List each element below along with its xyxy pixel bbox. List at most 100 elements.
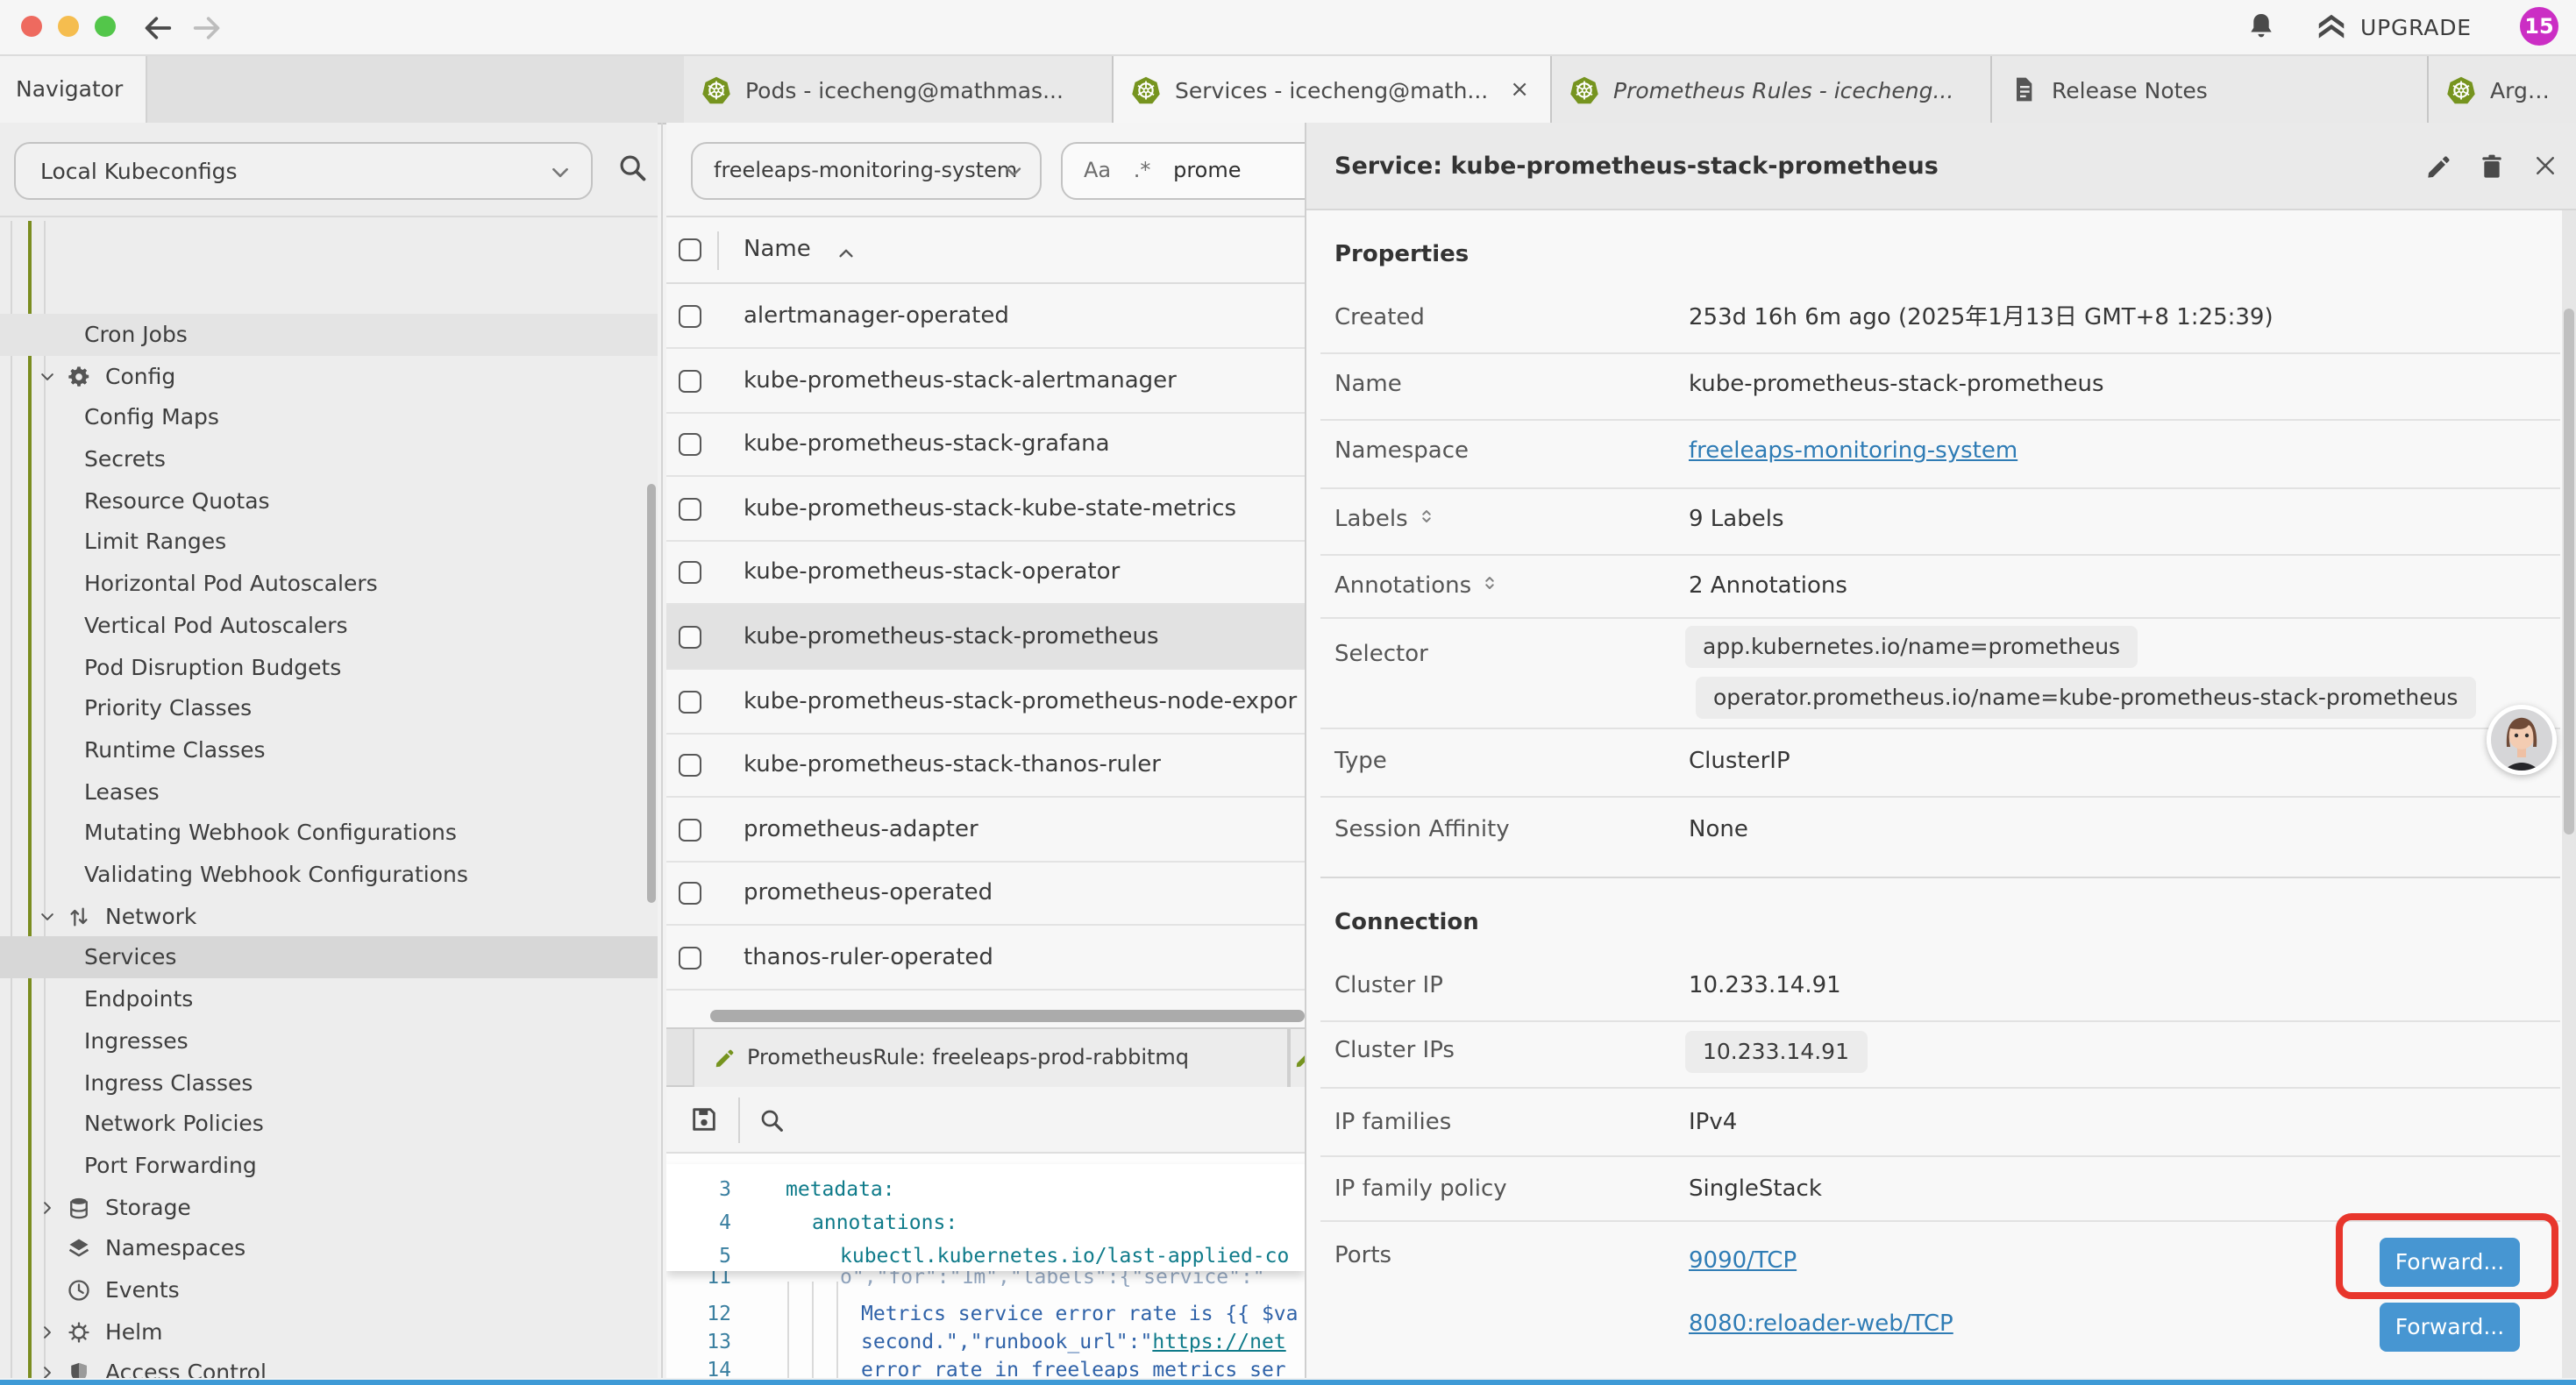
namespace-link[interactable]: freeleaps-monitoring-system [1689,431,2017,473]
sidebar-item-services[interactable]: Services [0,936,658,978]
editor-tab-partial[interactable] [1289,1029,1305,1087]
port-link[interactable]: 8080:reloader-web/TCP [1689,1304,1953,1346]
kubeconfig-selector[interactable]: Local Kubeconfigs [14,142,593,200]
save-icon[interactable] [689,1104,719,1134]
row-checkbox[interactable] [679,370,701,393]
name-column-header[interactable]: Name [744,217,811,284]
up-down-arrows-icon [67,905,91,929]
window-zoom-button[interactable] [95,16,116,37]
sidebar-item-ingress-classes[interactable]: Ingress Classes [0,1062,658,1104]
editor-toolbar [666,1087,1305,1154]
table-row[interactable]: kube-prometheus-stack-alertmanager [666,349,1305,414]
row-checkbox[interactable] [679,433,701,456]
sidebar-item-secrets[interactable]: Secrets [0,438,658,480]
match-case-toggle[interactable]: Aa [1084,158,1111,182]
table-row[interactable]: prometheus-adapter [666,798,1305,863]
search-icon[interactable] [616,151,649,184]
table-row[interactable]: prometheus-operated [666,861,1305,926]
close-icon[interactable] [2532,153,2558,179]
runbook-url-link[interactable]: https://net [1152,1329,1285,1353]
sidebar-item-network[interactable]: Network [0,896,658,938]
horizontal-scrollbar[interactable] [710,1010,1305,1022]
table-row[interactable]: alertmanager-operated [666,284,1305,349]
table-row[interactable]: kube-prometheus-stack-operator [666,540,1305,605]
sidebar-item-namespaces[interactable]: Namespaces [0,1227,658,1269]
connection-section-heading: Connection [1334,903,1479,945]
sort-caret-up-icon[interactable] [836,244,856,263]
table-row[interactable]: kube-prometheus-stack-kube-state-metrics [666,477,1305,542]
sidebar-item-cron-jobs[interactable]: Cron Jobs [0,314,658,356]
window-close-button[interactable] [21,16,42,37]
window-titlebar: UPGRADE 15 [0,0,2576,56]
kubernetes-icon [701,75,731,104]
table-row-selected[interactable]: kube-prometheus-stack-prometheus [666,605,1305,670]
window-minimize-button[interactable] [58,16,79,37]
sidebar-item-config[interactable]: Config [0,356,658,398]
prometheusrule-editor-tab[interactable]: PrometheusRule: freeleaps-prod-rabbitmq [693,1029,1289,1087]
chevron-right-icon [39,1364,56,1378]
back-arrow-icon[interactable] [140,11,175,46]
row-checkbox[interactable] [679,947,701,970]
row-checkbox[interactable] [679,882,701,905]
notification-badge[interactable]: 15 [2520,7,2558,46]
sidebar-item-ingresses[interactable]: Ingresses [0,1020,658,1062]
row-checkbox[interactable] [679,305,701,328]
edit-pencil-icon[interactable] [2425,153,2453,181]
sidebar-item-horizontal-pod-autoscalers[interactable]: Horizontal Pod Autoscalers [0,563,658,605]
sidebar-item-priority-classes[interactable]: Priority Classes [0,687,658,729]
sidebar-item-helm[interactable]: Helm [0,1311,658,1353]
upgrade-button[interactable]: UPGRADE [2315,11,2472,44]
sidebar-item-mutating-webhook-configurations[interactable]: Mutating Webhook Configurations [0,812,658,854]
forward-button[interactable]: Forward... [2380,1303,2520,1352]
sidebar-item-limit-ranges[interactable]: Limit Ranges [0,521,658,563]
tab-argo[interactable]: Argo Se [2429,56,2576,123]
tab-release-notes[interactable]: Release Notes [1992,56,2429,123]
table-row[interactable]: kube-prometheus-stack-thanos-ruler [666,733,1305,798]
pencil-icon [1294,1047,1305,1069]
row-checkbox[interactable] [679,754,701,777]
tab-pods[interactable]: Pods - icecheng@mathmas... [684,56,1114,123]
sidebar-item-runtime-classes[interactable]: Runtime Classes [0,729,658,771]
sidebar-item-vertical-pod-autoscalers[interactable]: Vertical Pod Autoscalers [0,605,658,647]
sidebar-item-resource-quotas[interactable]: Resource Quotas [0,480,658,522]
search-input[interactable]: Aa .* prome [1061,142,1305,200]
table-row[interactable]: thanos-ruler-operated [666,926,1305,991]
sidebar-item-access-control[interactable]: Access Control [0,1352,658,1378]
window-bottom-accent [0,1380,2576,1385]
tab-prometheus-rules[interactable]: Prometheus Rules - icecheng... [1552,56,1992,123]
sidebar-item-endpoints[interactable]: Endpoints [0,978,658,1020]
trash-icon[interactable] [2478,153,2506,181]
row-checkbox[interactable] [679,819,701,842]
sort-updown-icon[interactable] [1419,508,1434,524]
sidebar-item-storage[interactable]: Storage [0,1187,658,1229]
sidebar-item-events[interactable]: Events [0,1269,658,1311]
sidebar-item-pod-disruption-budgets[interactable]: Pod Disruption Budgets [0,647,658,689]
sort-updown-icon[interactable] [1482,575,1498,591]
regex-toggle[interactable]: .* [1134,158,1151,182]
tab-close-icon[interactable]: × [1506,76,1533,103]
sidebar-item-network-policies[interactable]: Network Policies [0,1103,658,1145]
yaml-editor[interactable]: 11 o","for":"1m","labels":{"service":" 3… [666,1154,1305,1378]
row-checkbox[interactable] [679,626,701,649]
sidebar-item-port-forwarding[interactable]: Port Forwarding [0,1145,658,1187]
sidebar-item-validating-webhook-configurations[interactable]: Validating Webhook Configurations [0,854,658,896]
panel-scrollbar-track[interactable] [2562,210,2576,1378]
sidebar-item-leases[interactable]: Leases [0,771,658,813]
row-checkbox[interactable] [679,691,701,714]
forward-arrow-icon[interactable] [189,11,224,46]
port-link[interactable]: 9090/TCP [1689,1241,1797,1283]
namespace-selector[interactable]: freeleaps-monitoring-system [691,142,1042,200]
table-row[interactable]: kube-prometheus-stack-grafana [666,412,1305,477]
sidebar-panel-header: Navigator [0,56,147,123]
avatar[interactable] [2487,705,2557,775]
panel-scrollbar-thumb[interactable] [2564,309,2574,835]
row-checkbox[interactable] [679,498,701,521]
row-checkbox[interactable] [679,561,701,584]
sidebar-scrollbar[interactable] [647,484,656,903]
table-row[interactable]: kube-prometheus-stack-prometheus-node-ex… [666,670,1305,735]
select-all-checkbox[interactable] [679,238,701,261]
tab-services[interactable]: Services - icecheng@math... × [1114,56,1552,123]
sidebar-item-config-maps[interactable]: Config Maps [0,396,658,438]
editor-search-icon[interactable] [758,1106,786,1134]
bell-icon[interactable] [2245,11,2278,44]
